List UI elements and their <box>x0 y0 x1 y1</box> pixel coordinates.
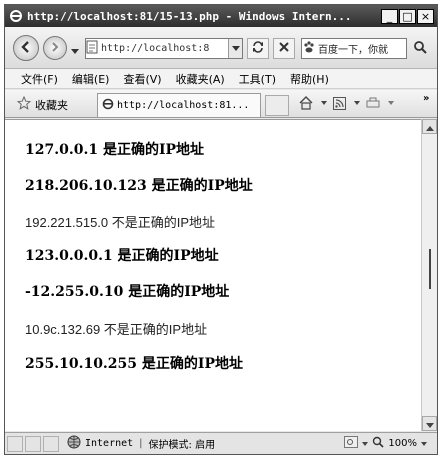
zoom-level: 100% <box>388 438 417 449</box>
menu-view[interactable]: 查看(V) <box>123 71 161 87</box>
result-line: -12.255.0.10 是正确的IP地址 <box>25 284 230 300</box>
favorites-button[interactable]: 收藏夹 <box>16 95 68 113</box>
refresh-icon <box>251 40 265 57</box>
result-line: 192.221.515.0 不是正确的IP地址 <box>25 215 216 230</box>
search-icon <box>413 40 427 57</box>
maximize-button[interactable]: □ <box>399 8 416 24</box>
scroll-down-arrow-icon <box>425 417 434 431</box>
refresh-button[interactable] <box>247 38 269 59</box>
menu-tools[interactable]: 工具(T) <box>239 71 276 87</box>
zoom-magnifier-icon <box>372 436 384 451</box>
result-line: 123.0.0.0.1 是正确的IP地址 <box>25 248 219 264</box>
tab-current[interactable]: http://localhost:81... <box>97 93 261 117</box>
status-separator: | <box>139 438 143 449</box>
menu-help[interactable]: 帮助(H) <box>290 71 329 87</box>
tab-ie-icon <box>102 98 114 113</box>
print-icon <box>366 97 380 109</box>
zoom-dropdown-icon[interactable] <box>362 438 369 449</box>
zoom-control[interactable]: 100% <box>340 436 427 451</box>
forward-button[interactable] <box>43 36 67 60</box>
browser-window: http://localhost:81/15-13.php - Windows … <box>4 4 438 455</box>
stop-icon <box>278 41 290 56</box>
globe-icon <box>67 435 81 452</box>
home-button[interactable] <box>299 96 327 110</box>
window-title: http://localhost:81/15-13.php - Windows … <box>27 9 352 23</box>
title-bar: http://localhost:81/15-13.php - Windows … <box>5 5 437 27</box>
menu-file[interactable]: 文件(F) <box>21 71 58 87</box>
favorites-label: 收藏夹 <box>35 98 68 112</box>
scroll-up-arrow-icon <box>425 120 434 134</box>
menu-edit[interactable]: 编辑(E) <box>72 71 110 87</box>
forward-arrow-icon <box>49 41 61 56</box>
minimize-button[interactable]: _ <box>381 8 398 24</box>
scroll-down-button[interactable] <box>422 416 437 431</box>
history-dropdown-icon[interactable] <box>71 44 79 58</box>
rss-icon <box>333 96 346 110</box>
result-line: 218.206.10.123 是正确的IP地址 <box>25 178 253 194</box>
security-zone[interactable]: Internet | 保护模式: 启用 <box>67 435 215 452</box>
zoom-icon <box>344 436 359 451</box>
result-line: 255.10.10.255 是正确的IP地址 <box>25 356 243 372</box>
back-button[interactable] <box>13 35 39 61</box>
print-button[interactable] <box>366 97 394 109</box>
search-input[interactable]: 百度一下，你就 <box>301 38 407 59</box>
search-engine-icon <box>302 40 316 57</box>
menu-bar: 文件(F) 编辑(E) 查看(V) 收藏夹(A) 工具(T) 帮助(H) <box>5 69 437 89</box>
page-content: 127.0.0.1 是正确的IP地址 218.206.10.123 是正确的IP… <box>5 119 421 431</box>
ie-logo-icon <box>8 8 24 24</box>
scroll-up-button[interactable] <box>422 119 437 134</box>
vertical-scrollbar[interactable] <box>421 119 437 431</box>
url-dropdown-icon[interactable] <box>228 39 242 58</box>
favorites-bar: 收藏夹 http://localhost:81... » <box>5 90 437 118</box>
status-bar: Internet | 保护模式: 启用 100% <box>5 432 437 454</box>
status-cell <box>25 435 41 452</box>
zoom-level-dropdown-icon[interactable] <box>421 438 427 449</box>
scroll-track[interactable] <box>429 249 431 289</box>
result-line: 10.9c.132.69 不是正确的IP地址 <box>25 322 208 337</box>
status-cell <box>43 435 59 452</box>
command-bar <box>299 96 400 110</box>
rss-button[interactable] <box>333 96 360 110</box>
stop-button[interactable] <box>273 38 295 59</box>
star-icon <box>16 95 32 113</box>
zone-label: Internet <box>85 438 134 449</box>
tab-title: http://localhost:81... <box>117 100 250 111</box>
url-text: http://localhost:8 <box>101 43 210 54</box>
close-button[interactable]: × <box>417 8 434 24</box>
back-arrow-icon <box>19 40 33 57</box>
status-cell <box>7 435 23 452</box>
more-chevron-icon[interactable]: » <box>423 93 429 104</box>
address-toolbar: http://localhost:8 百度一下，你就 <box>5 27 437 69</box>
search-button[interactable] <box>409 38 431 59</box>
page-icon <box>86 40 98 57</box>
search-placeholder: 百度一下，你就 <box>318 45 388 56</box>
protected-mode-label: 保护模式: 启用 <box>148 440 216 451</box>
home-icon <box>299 96 313 110</box>
address-field[interactable]: http://localhost:8 <box>85 38 243 59</box>
window-controls: _ □ × <box>380 8 434 24</box>
menu-favorites[interactable]: 收藏夹(A) <box>176 71 225 87</box>
result-line: 127.0.0.1 是正确的IP地址 <box>25 142 205 158</box>
new-tab-button[interactable] <box>265 95 289 116</box>
